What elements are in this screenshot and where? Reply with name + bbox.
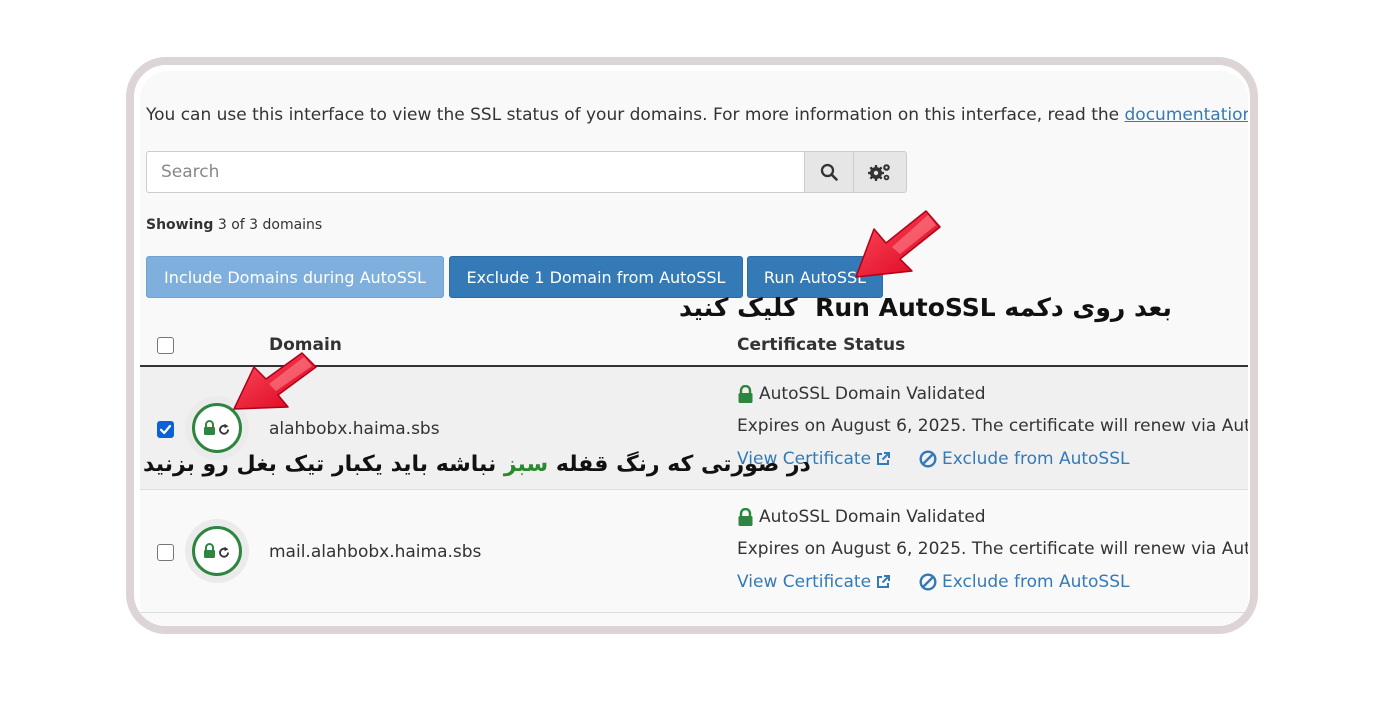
search-button[interactable] — [805, 151, 855, 193]
ban-icon — [919, 450, 937, 468]
exclude-from-autossl-link[interactable]: Exclude from AutoSSL — [919, 572, 1130, 592]
search-input[interactable] — [146, 151, 806, 193]
row-checkbox[interactable] — [157, 544, 174, 561]
lock-icon — [738, 384, 753, 403]
lock-icon — [204, 420, 215, 435]
refresh-icon — [219, 546, 229, 558]
certificate-status: AutoSSL Domain Validated — [737, 384, 986, 404]
gears-icon — [868, 164, 890, 181]
screenshot-frame: You can use this interface to view the S… — [126, 57, 1258, 634]
checkmark-icon — [159, 424, 172, 435]
view-certificate-link[interactable]: View Certificate — [737, 572, 891, 592]
intro-text: You can use this interface to view the S… — [146, 105, 1248, 125]
expiry-text: Expires on August 6, 2025. The certifica… — [737, 416, 1248, 436]
row-checkbox[interactable] — [157, 421, 174, 438]
ban-icon — [919, 573, 937, 591]
table-row: mail.alahbobx.haima.sbs AutoSSL Domain V… — [140, 490, 1248, 613]
red-arrow — [233, 352, 317, 410]
settings-button[interactable] — [854, 151, 907, 193]
lock-color-annotation: در صورتی که رنگ قفله سبز نباشه باید یکبا… — [143, 452, 811, 477]
red-arrow — [855, 210, 941, 278]
results-count: Showing 3 of 3 domains — [146, 217, 323, 233]
certificate-status: AutoSSL Domain Validated — [737, 507, 986, 527]
domain-name: mail.alahbobx.haima.sbs — [269, 542, 482, 562]
lock-icon — [738, 507, 753, 526]
status-column-header[interactable]: Certificate Status — [737, 335, 905, 355]
exclude-domain-button[interactable]: Exclude 1 Domain from AutoSSL — [449, 256, 743, 298]
exclude-from-autossl-link[interactable]: Exclude from AutoSSL — [919, 449, 1130, 469]
domain-name: alahbobx.haima.sbs — [269, 419, 440, 439]
external-link-icon — [877, 452, 891, 465]
search-icon — [820, 163, 838, 181]
include-domains-button[interactable]: Include Domains during AutoSSL — [146, 256, 444, 298]
run-autossl-annotation: بعد روی دکمه Run AutoSSL کلیک کنید — [679, 293, 1172, 322]
ssl-status-badge — [185, 519, 249, 583]
documentation-link[interactable]: documentation — [1125, 105, 1248, 125]
expiry-text: Expires on August 6, 2025. The certifica… — [737, 539, 1248, 559]
external-link-icon — [877, 575, 891, 588]
search-group — [146, 151, 907, 193]
select-all-checkbox[interactable] — [157, 337, 174, 354]
refresh-icon — [219, 423, 229, 435]
table-row — [140, 613, 1248, 626]
lock-icon — [204, 543, 215, 558]
